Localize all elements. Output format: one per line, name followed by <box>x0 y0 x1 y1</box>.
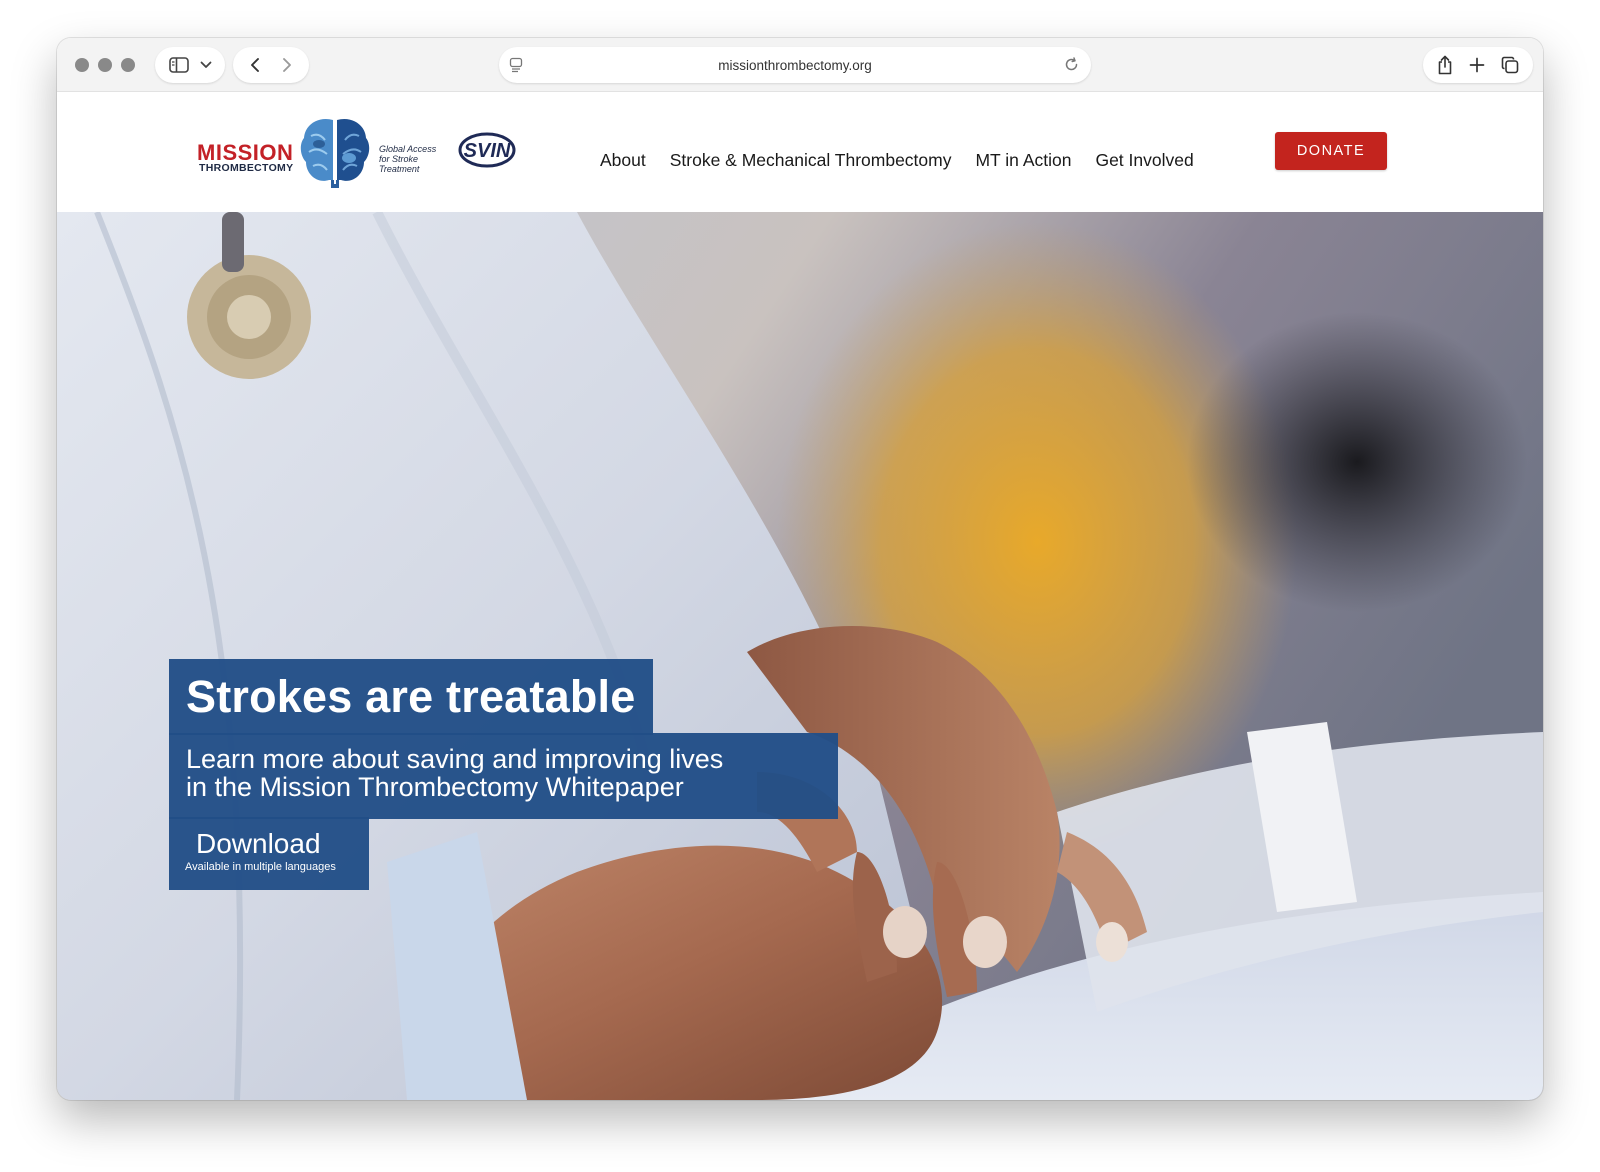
logo-tagline-line-1: Global Access <box>379 144 437 154</box>
download-button[interactable]: Download Available in multiple languages <box>169 817 369 890</box>
hero-section: Strokes are treatable Learn more about s… <box>57 212 1543 1100</box>
hero-subline-line-1: Learn more about saving and improving li… <box>186 744 724 774</box>
svin-logo: SVIN <box>457 130 517 175</box>
nav-item-about[interactable]: About <box>600 150 646 171</box>
tabs-overview-icon[interactable] <box>1501 56 1519 74</box>
download-note: Available in multiple languages <box>185 861 336 873</box>
site-header: MISSION THROMBECTOMY Global Access for S… <box>57 92 1543 212</box>
hero-photo <box>57 212 1543 1100</box>
new-tab-icon[interactable] <box>1469 57 1485 73</box>
logo-thrombectomy-text: THROMBECTOMY <box>199 162 294 174</box>
download-label: Download <box>196 828 321 859</box>
page-icon[interactable] <box>509 57 523 73</box>
nav-item-get-involved[interactable]: Get Involved <box>1095 150 1193 171</box>
brain-icon <box>297 114 373 195</box>
browser-window: missionthrombectomy.org MISSION THROMBEC… <box>57 38 1543 1100</box>
forward-icon[interactable] <box>281 57 293 73</box>
share-icon[interactable] <box>1437 55 1453 75</box>
browser-actions-group <box>1423 47 1533 83</box>
window-controls <box>75 58 135 72</box>
donate-button[interactable]: DONATE <box>1275 132 1387 170</box>
history-nav-group <box>233 47 309 83</box>
reload-icon[interactable] <box>1064 57 1079 72</box>
hero-subline-line-2: in the Mission Thrombectomy Whitepaper <box>186 772 684 802</box>
chevron-down-icon[interactable] <box>200 61 212 69</box>
hero-headline: Strokes are treatable <box>186 671 636 722</box>
site-logo[interactable]: MISSION THROMBECTOMY Global Access for S… <box>197 114 517 194</box>
address-bar[interactable]: missionthrombectomy.org <box>499 47 1091 83</box>
browser-toolbar: missionthrombectomy.org <box>57 38 1543 92</box>
logo-tagline: Global Access for Stroke Treatment <box>379 144 449 174</box>
sidebar-icon[interactable] <box>168 57 189 73</box>
close-window-button[interactable] <box>75 58 89 72</box>
zoom-window-button[interactable] <box>121 58 135 72</box>
hero-headline-box: Strokes are treatable <box>169 659 654 735</box>
nav-item-mt-in-action[interactable]: MT in Action <box>975 150 1071 171</box>
logo-tagline-line-2: for Stroke <box>379 154 419 164</box>
hero-subline-box: Learn more about saving and improving li… <box>169 733 838 819</box>
main-nav: About Stroke & Mechanical Thrombectomy M… <box>600 150 1194 171</box>
svg-text:SVIN: SVIN <box>464 140 511 162</box>
sidebar-toggle-group <box>155 47 225 83</box>
back-icon[interactable] <box>249 57 261 73</box>
minimize-window-button[interactable] <box>98 58 112 72</box>
logo-tagline-line-3: Treatment <box>379 164 420 174</box>
nav-item-stroke-mechanical-thrombectomy[interactable]: Stroke & Mechanical Thrombectomy <box>670 150 952 171</box>
url-text: missionthrombectomy.org <box>718 57 872 73</box>
